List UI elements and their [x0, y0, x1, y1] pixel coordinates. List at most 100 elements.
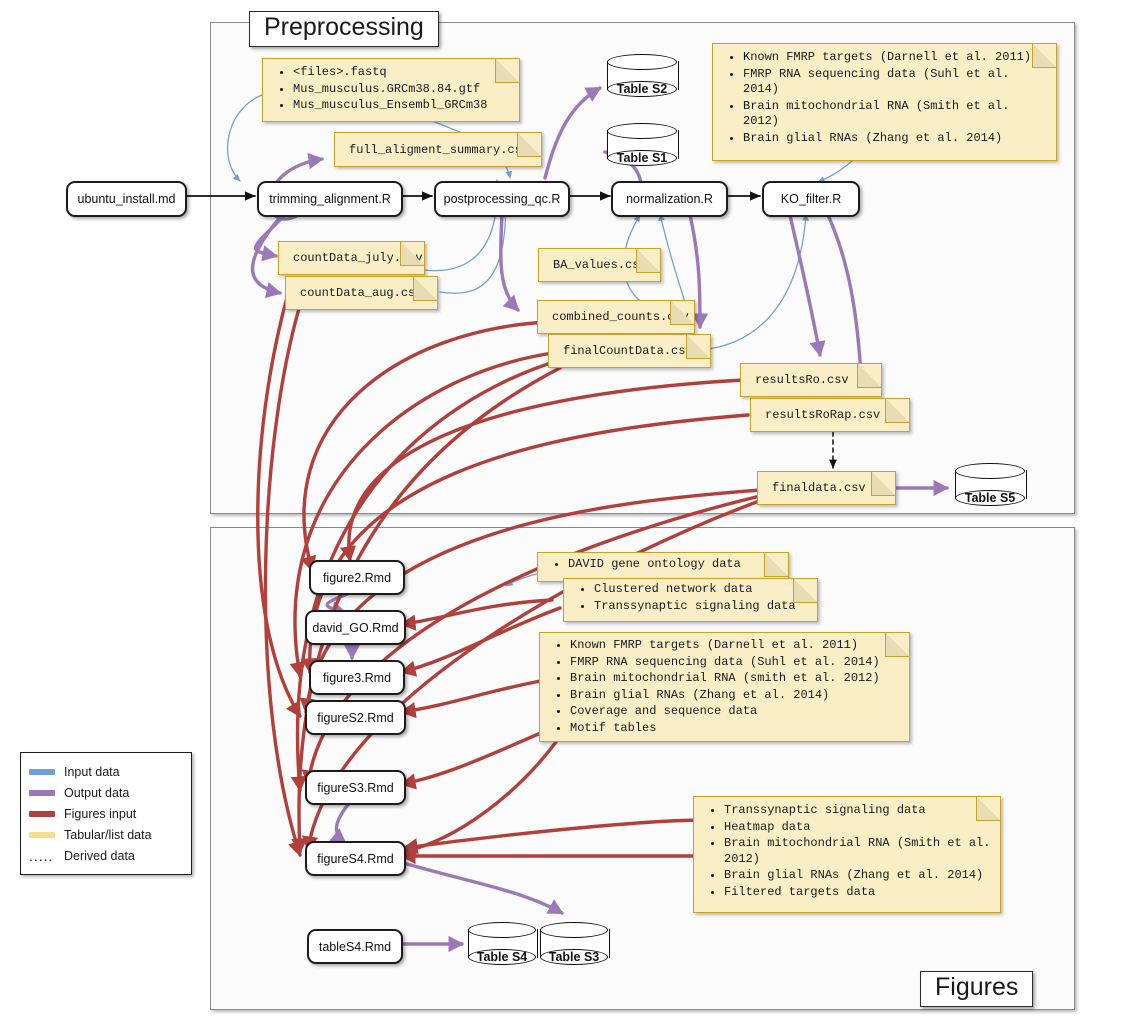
node-label: figureS3.Rmd — [317, 780, 394, 795]
note-fold-icon — [857, 363, 882, 388]
note-label: resultsRo.csv — [755, 373, 849, 387]
legend-swatch-derived-data: ..... — [29, 847, 54, 864]
legend-swatch-tabular-data — [29, 831, 55, 838]
table-label: Table S1 — [616, 151, 668, 165]
node-label: normalization.R — [626, 192, 713, 206]
legend-swatch-input-data — [29, 768, 55, 775]
legend-row-input-data: Input data — [29, 761, 181, 782]
legend-row-output-data: Output data — [29, 782, 181, 803]
note-finaldata: finaldata.csv — [757, 471, 896, 505]
note-fold-icon — [885, 398, 910, 423]
note-input-fastq: <files>.fastq Mus_musculus.GRCm38.84.gtf… — [262, 58, 520, 122]
note-countdata-july: countData_july.csv — [278, 241, 425, 275]
note-combined-counts: combined_counts.csv — [537, 300, 695, 334]
note-label: countData_aug.csv — [300, 286, 423, 300]
note-item: Coverage and sequence data — [570, 704, 901, 720]
node-figure3-rmd[interactable]: figure3.Rmd — [309, 660, 405, 695]
legend-row-derived-data: ..... Derived data — [29, 845, 181, 866]
note-item: <files>.fastq — [293, 65, 511, 81]
note-external-sources: Known FMRP targets (Darnell et al. 2011)… — [712, 43, 1057, 161]
node-label: postprocessing_qc.R — [443, 192, 561, 206]
note-fold-icon — [636, 248, 661, 273]
node-figures3-rmd[interactable]: figureS3.Rmd — [305, 770, 406, 805]
note-heatmap-sources: Transsynaptic signaling data Heatmap dat… — [693, 796, 1001, 913]
note-item: Heatmap data — [724, 820, 992, 836]
legend-label: Figures input — [64, 806, 137, 821]
note-countdata-aug: countData_aug.csv — [285, 276, 438, 310]
node-figure2-rmd[interactable]: figure2.Rmd — [309, 560, 405, 595]
note-item: FMRP RNA sequencing data (Suhl et al. 20… — [570, 655, 901, 671]
table-label: Table S2 — [616, 82, 668, 96]
cylinder-top — [540, 922, 608, 938]
note-item: Mus_musculus.GRCm38.84.gtf — [293, 82, 511, 98]
node-label: figure3.Rmd — [322, 670, 392, 685]
note-fold-icon — [670, 300, 695, 325]
note-label: finaldata.csv — [772, 481, 866, 495]
table-s5-cylinder: Table S5 — [955, 463, 1027, 506]
legend-swatch-output-data — [29, 789, 55, 796]
note-item: Transsynaptic signaling data — [594, 599, 809, 615]
table-s3-cylinder: Table S3 — [540, 922, 610, 965]
cylinder-top — [955, 463, 1025, 479]
node-postprocessing-qc[interactable]: postprocessing_qc.R — [434, 181, 570, 217]
note-item: Motif tables — [570, 721, 901, 737]
node-figures2-rmd[interactable]: figureS2.Rmd — [305, 700, 406, 735]
note-item: Brain glial RNAs (Zhang et al. 2014) — [743, 131, 1048, 147]
node-label: figureS2.Rmd — [317, 710, 394, 725]
table-s1-cylinder: Table S1 — [607, 123, 679, 166]
figures-panel-label: Figures — [920, 971, 1034, 1007]
node-label: figure2.Rmd — [322, 570, 392, 585]
node-normalization[interactable]: normalization.R — [611, 181, 728, 217]
note-item: Brain mitochondrial RNA (Smith et al. 20… — [743, 99, 1048, 130]
note-label: BA_values.csv — [553, 258, 647, 272]
node-tables4-rmd[interactable]: tableS4.Rmd — [307, 929, 403, 964]
cylinder-top — [607, 54, 677, 70]
node-label: KO_filter.R — [780, 192, 842, 206]
note-item: Brain glial RNAs (Zhang et al. 2014) — [724, 868, 992, 884]
note-label: finalCountData.csv — [563, 344, 693, 358]
legend-swatch-figures-input — [29, 810, 55, 817]
note-item: Transsynaptic signaling data — [724, 803, 992, 819]
node-label: tableS4.Rmd — [318, 939, 392, 954]
note-item: Filtered targets data — [724, 885, 992, 901]
table-label: Table S4 — [476, 950, 528, 964]
node-david-go-rmd[interactable]: david_GO.Rmd — [305, 610, 406, 645]
note-item: Mus_musculus_Ensembl_GRCm38 — [293, 98, 511, 114]
node-figures4-rmd[interactable]: figureS4.Rmd — [305, 841, 406, 876]
note-fold-icon — [686, 334, 711, 359]
node-label: david_GO.Rmd — [312, 620, 399, 635]
note-item: Known FMRP targets (Darnell et al. 2011) — [743, 50, 1048, 66]
legend-label: Tabular/list data — [64, 827, 152, 842]
note-item: FMRP RNA sequencing data (Suhl et al. 20… — [743, 67, 1048, 98]
note-label: resultsRoRap.csv — [765, 408, 881, 422]
legend: Input data Output data Figures input Tab… — [20, 752, 192, 875]
note-item: DAVID gene ontology data — [568, 557, 780, 573]
node-label: ubuntu_install.md — [77, 192, 176, 206]
note-full-alignment-summary: full_aligment_summary.csv — [334, 132, 542, 167]
legend-row-tabular-data: Tabular/list data — [29, 824, 181, 845]
table-s2-cylinder: Table S2 — [607, 54, 679, 97]
node-label: figureS4.Rmd — [317, 851, 394, 866]
table-label: Table S3 — [548, 950, 600, 964]
note-ba-values: BA_values.csv — [538, 248, 661, 282]
note-item: Brain glial RNAs (Zhang et al. 2014) — [570, 688, 901, 704]
node-trimming-alignment[interactable]: trimming_alignment.R — [257, 181, 403, 217]
note-results-rorap: resultsRoRap.csv — [750, 398, 910, 432]
legend-label: Output data — [64, 785, 130, 800]
note-item: Brain mitochondrial RNA (smith et al. 20… — [570, 671, 901, 687]
note-item: Known FMRP targets (Darnell et al. 2011) — [570, 638, 901, 654]
cylinder-top — [468, 922, 536, 938]
cylinder-top — [607, 123, 677, 139]
preprocessing-panel-label: Preprocessing — [249, 11, 439, 47]
note-label: combined_counts.csv — [552, 310, 689, 324]
table-label: Table S5 — [964, 491, 1016, 505]
note-final-count-data: finalCountData.csv — [548, 334, 711, 368]
node-ko-filter[interactable]: KO_filter.R — [762, 181, 860, 217]
node-ubuntu-install[interactable]: ubuntu_install.md — [66, 181, 187, 217]
legend-row-figures-input: Figures input — [29, 803, 181, 824]
note-fold-icon — [871, 471, 896, 496]
note-fold-icon — [517, 132, 542, 157]
note-fmrp-sources: Known FMRP targets (Darnell et al. 2011)… — [539, 632, 910, 742]
note-clustered-network: Clustered network data Transsynaptic sig… — [563, 578, 818, 622]
table-s4-cylinder: Table S4 — [468, 922, 538, 965]
